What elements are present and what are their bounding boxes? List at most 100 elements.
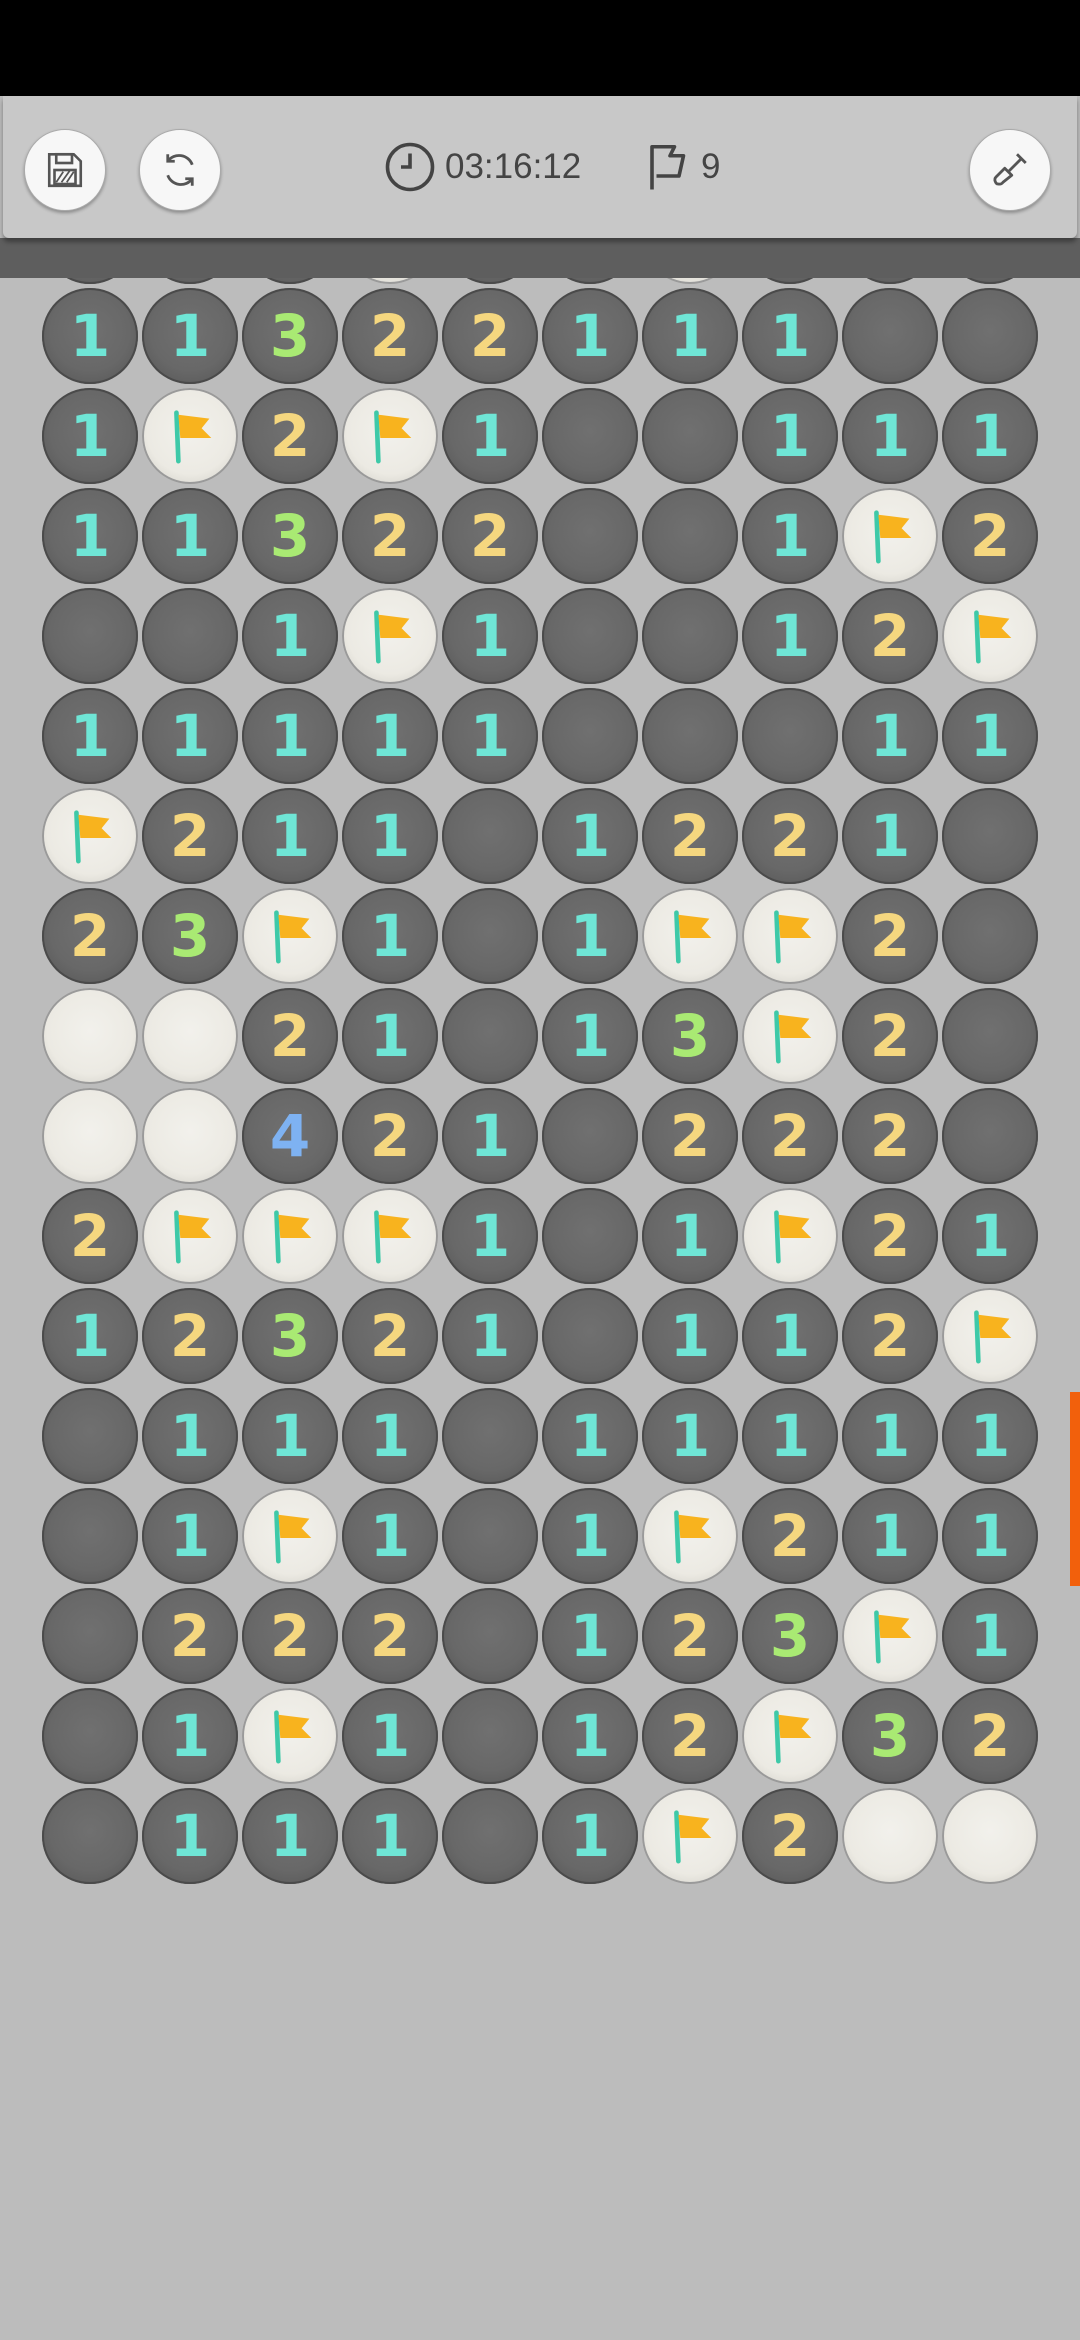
cell-unrevealed[interactable] (142, 1088, 238, 1184)
cell-number[interactable]: 1 (842, 688, 938, 784)
cell-number[interactable]: 2 (342, 1588, 438, 1684)
cell-number[interactable]: 1 (342, 1388, 438, 1484)
cell-unrevealed[interactable] (942, 1788, 1038, 1884)
cell-number[interactable]: 2 (642, 1088, 738, 1184)
cell-revealed-empty[interactable] (942, 888, 1038, 984)
cell-number[interactable]: 1 (642, 1288, 738, 1384)
cell-number[interactable]: 1 (542, 988, 638, 1084)
cell-number[interactable]: 1 (642, 288, 738, 384)
cell-revealed-empty[interactable] (542, 1088, 638, 1184)
cell-number[interactable]: 2 (42, 888, 138, 984)
cell-flagged[interactable] (742, 1688, 838, 1784)
cell-number[interactable]: 1 (342, 1788, 438, 1884)
cell-number[interactable]: 2 (342, 288, 438, 384)
cell-number[interactable]: 2 (842, 1088, 938, 1184)
cell-number[interactable]: 2 (942, 488, 1038, 584)
cell-flagged[interactable] (742, 988, 838, 1084)
cell-number[interactable]: 2 (842, 1188, 938, 1284)
cell-number[interactable]: 2 (342, 1288, 438, 1384)
cell-revealed-empty[interactable] (442, 1488, 538, 1584)
cell-flagged[interactable] (842, 488, 938, 584)
cell-flagged[interactable] (342, 588, 438, 684)
cell-number[interactable]: 1 (42, 688, 138, 784)
cell-revealed-empty[interactable] (542, 1188, 638, 1284)
cell-number[interactable]: 1 (542, 1488, 638, 1584)
cell-revealed-empty[interactable] (742, 688, 838, 784)
cell-revealed-empty[interactable] (942, 1088, 1038, 1184)
cell-number[interactable]: 1 (242, 1788, 338, 1884)
restart-button[interactable] (139, 129, 221, 211)
cell-flagged[interactable] (242, 888, 338, 984)
cell-number[interactable]: 1 (942, 1188, 1038, 1284)
cell-number[interactable]: 1 (542, 1388, 638, 1484)
cell-number[interactable]: 1 (742, 288, 838, 384)
cell-revealed-empty[interactable] (542, 388, 638, 484)
cell-number[interactable]: 2 (642, 1588, 738, 1684)
cell-flagged[interactable] (342, 1188, 438, 1284)
cell-number[interactable]: 1 (42, 288, 138, 384)
cell-number[interactable]: 1 (542, 788, 638, 884)
cell-number[interactable]: 3 (842, 1688, 938, 1784)
cell-number[interactable]: 2 (42, 1188, 138, 1284)
cell-unrevealed[interactable] (42, 1088, 138, 1184)
cell-number[interactable]: 4 (242, 1088, 338, 1184)
cell-number[interactable]: 1 (442, 388, 538, 484)
cell-revealed-empty[interactable] (542, 688, 638, 784)
cell-revealed-empty[interactable] (642, 588, 738, 684)
cell-revealed-empty[interactable] (942, 288, 1038, 384)
cell-number[interactable]: 1 (942, 388, 1038, 484)
cell-number[interactable]: 3 (642, 988, 738, 1084)
cell-revealed-empty[interactable] (442, 888, 538, 984)
cell-flagged[interactable] (742, 888, 838, 984)
save-button[interactable] (24, 129, 106, 211)
cell-number[interactable]: 1 (842, 388, 938, 484)
cell-number[interactable]: 1 (842, 1488, 938, 1584)
cell-flagged[interactable] (942, 1288, 1038, 1384)
cell-number[interactable]: 1 (442, 688, 538, 784)
cell-number[interactable]: 1 (42, 388, 138, 484)
cell-number[interactable]: 1 (342, 988, 438, 1084)
cell-revealed-empty[interactable] (842, 288, 938, 384)
cell-revealed-empty[interactable] (542, 588, 638, 684)
cell-revealed-empty[interactable] (942, 788, 1038, 884)
cell-revealed-empty[interactable] (42, 1388, 138, 1484)
cell-flagged[interactable] (142, 1188, 238, 1284)
cell-number[interactable]: 1 (142, 688, 238, 784)
cell-number[interactable]: 2 (242, 1588, 338, 1684)
cell-number[interactable]: 3 (242, 1288, 338, 1384)
cell-flagged[interactable] (242, 1688, 338, 1784)
cell-number[interactable]: 1 (942, 1488, 1038, 1584)
cell-number[interactable]: 1 (242, 588, 338, 684)
cell-number[interactable]: 2 (842, 888, 938, 984)
cell-number[interactable]: 1 (542, 1588, 638, 1684)
cell-flagged[interactable] (142, 388, 238, 484)
cell-number[interactable]: 1 (42, 1288, 138, 1384)
cell-revealed-empty[interactable] (42, 1488, 138, 1584)
cell-revealed-empty[interactable] (442, 988, 538, 1084)
cell-number[interactable]: 1 (842, 1388, 938, 1484)
cell-number[interactable]: 1 (142, 1388, 238, 1484)
cell-number[interactable]: 1 (742, 588, 838, 684)
dig-mode-button[interactable] (969, 129, 1051, 211)
cell-revealed-empty[interactable] (442, 1588, 538, 1684)
cell-number[interactable]: 1 (542, 288, 638, 384)
cell-number[interactable]: 1 (442, 1288, 538, 1384)
cell-number[interactable]: 2 (742, 1488, 838, 1584)
cell-number[interactable]: 1 (242, 688, 338, 784)
cell-revealed-empty[interactable] (42, 1688, 138, 1784)
cell-flagged[interactable] (742, 1188, 838, 1284)
cell-number[interactable]: 2 (642, 788, 738, 884)
cell-number[interactable]: 1 (142, 1788, 238, 1884)
cell-number[interactable]: 1 (142, 488, 238, 584)
cell-number[interactable]: 1 (342, 1688, 438, 1784)
cell-number[interactable]: 1 (142, 1488, 238, 1584)
cell-unrevealed[interactable] (142, 988, 238, 1084)
cell-number[interactable]: 2 (342, 488, 438, 584)
cell-number[interactable]: 2 (842, 1288, 938, 1384)
cell-revealed-empty[interactable] (42, 588, 138, 684)
cell-number[interactable]: 1 (642, 1188, 738, 1284)
cell-number[interactable]: 1 (442, 1088, 538, 1184)
cell-number[interactable]: 2 (242, 388, 338, 484)
cell-revealed-empty[interactable] (42, 1588, 138, 1684)
cell-number[interactable]: 1 (742, 1288, 838, 1384)
